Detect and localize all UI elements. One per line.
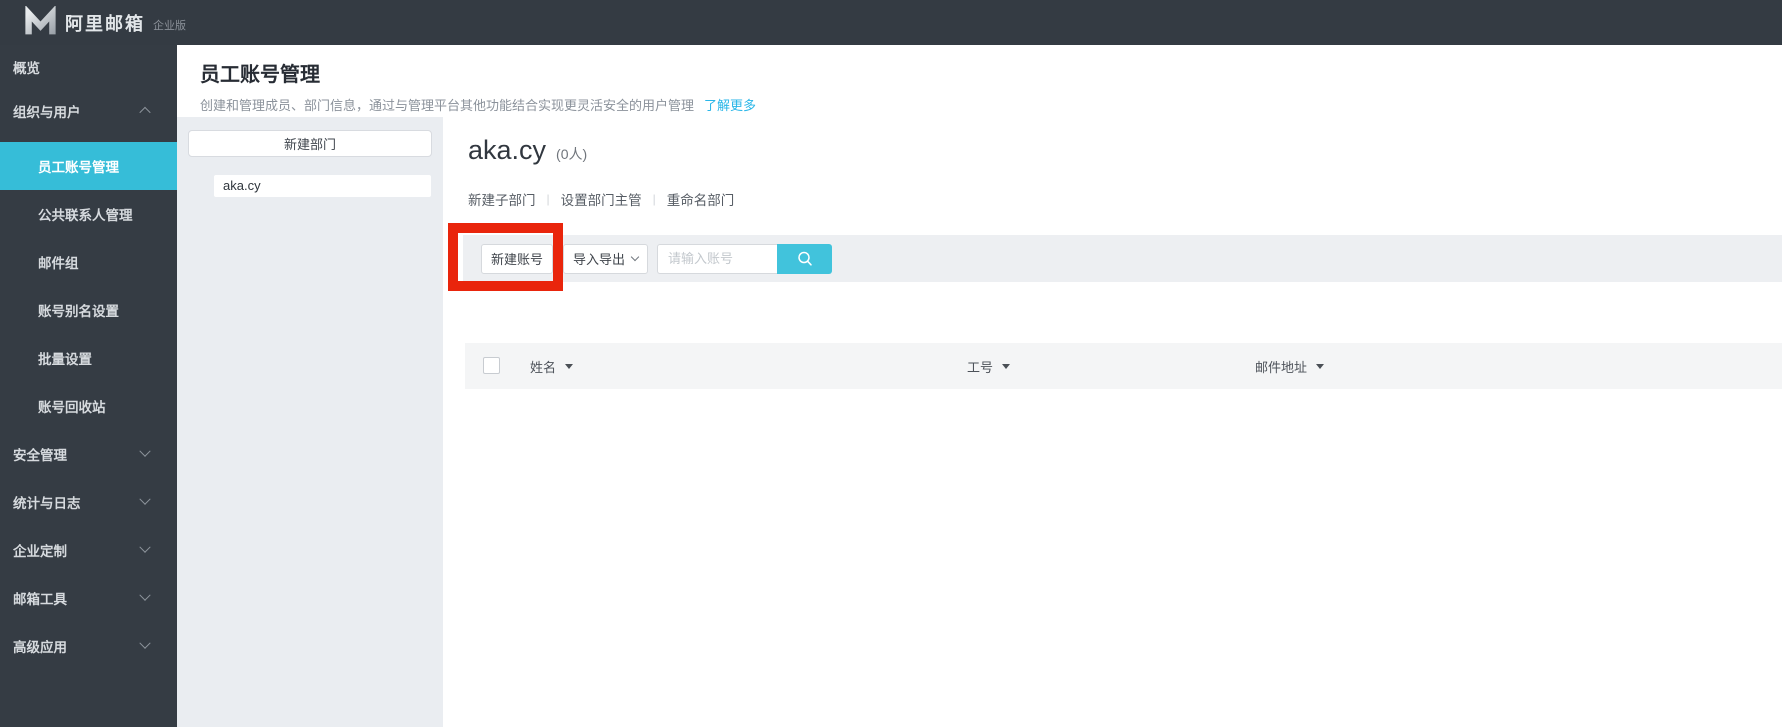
sidebar-item-advanced-apps[interactable]: 高级应用 [0, 622, 177, 670]
department-detail: aka.cy (0人) 新建子部门 | 设置部门主管 | 重命名部门 [443, 117, 1782, 727]
sidebar-item-enterprise-custom[interactable]: 企业定制 [0, 526, 177, 574]
sidebar-item-label: 安全管理 [13, 448, 67, 463]
page-title: 员工账号管理 [200, 64, 320, 86]
sidebar-item-org-users[interactable]: 组织与用户 [0, 89, 177, 133]
accounts-table-header: 姓名 工号 邮件地址 [465, 343, 1782, 389]
sort-caret-icon [565, 363, 574, 369]
sidebar-item-label: 员工账号管理 [38, 160, 119, 175]
department-actions: 新建子部门 | 设置部门主管 | 重命名部门 [468, 189, 734, 209]
page-description-text: 创建和管理成员、部门信息，通过与管理平台其他功能结合实现更灵活安全的用户管理 [200, 98, 695, 113]
chevron-down-icon [139, 493, 151, 505]
column-header-employee-id[interactable]: 工号 [967, 343, 1011, 389]
chevron-down-icon [139, 445, 151, 457]
sidebar-item-security[interactable]: 安全管理 [0, 430, 177, 478]
separator: | [652, 192, 656, 206]
column-header-name[interactable]: 姓名 [530, 343, 574, 389]
edition-badge: 企业版 [153, 20, 186, 32]
sidebar-item-label: 账号别名设置 [38, 304, 119, 319]
new-account-button[interactable]: 新建账号 [481, 243, 553, 274]
sort-caret-icon [1002, 363, 1011, 369]
new-department-button[interactable]: 新建部门 [188, 130, 432, 157]
sidebar-item-label: 统计与日志 [13, 496, 81, 511]
chevron-down-icon [139, 589, 151, 601]
topbar: 阿里邮箱 企业版 [0, 0, 1782, 45]
sidebar-item-public-contacts[interactable]: 公共联系人管理 [0, 190, 177, 238]
column-label: 工号 [967, 359, 994, 375]
brand-name: 阿里邮箱 [65, 13, 145, 34]
department-name: aka.cy [468, 135, 547, 165]
chevron-up-icon [139, 106, 151, 119]
chevron-down-icon [630, 252, 640, 262]
sidebar-item-stats-logs[interactable]: 统计与日志 [0, 478, 177, 526]
sidebar-item-employee-accounts[interactable]: 员工账号管理 [0, 142, 177, 190]
department-panel: 新建部门 aka.cy [177, 117, 443, 727]
rename-department-link[interactable]: 重命名部门 [667, 189, 735, 209]
search-input[interactable] [657, 243, 777, 274]
sidebar-item-label: 批量设置 [38, 352, 92, 367]
sidebar-item-label: 高级应用 [13, 640, 67, 655]
chevron-down-icon [139, 541, 151, 553]
account-search [657, 243, 832, 274]
sidebar-item-label: 组织与用户 [13, 105, 81, 120]
sidebar-item-label: 企业定制 [13, 544, 67, 559]
sidebar-item-account-recycle[interactable]: 账号回收站 [0, 382, 177, 430]
department-tree-item[interactable]: aka.cy [214, 175, 431, 197]
page-description: 创建和管理成员、部门信息，通过与管理平台其他功能结合实现更灵活安全的用户管理 了解… [200, 95, 1782, 114]
sidebar-item-mail-groups[interactable]: 邮件组 [0, 238, 177, 286]
sidebar-item-label: 公共联系人管理 [38, 208, 133, 223]
sidebar-item-overview[interactable]: 概览 [0, 45, 177, 89]
set-manager-link[interactable]: 设置部门主管 [561, 189, 642, 209]
sidebar-item-batch-settings[interactable]: 批量设置 [0, 334, 177, 382]
column-header-email[interactable]: 邮件地址 [1255, 343, 1325, 389]
member-count: (0人) [556, 146, 588, 162]
import-export-label: 导入导出 [572, 252, 625, 267]
column-label: 邮件地址 [1255, 359, 1308, 375]
sidebar-item-account-alias[interactable]: 账号别名设置 [0, 286, 177, 334]
search-icon [796, 250, 814, 268]
chevron-down-icon [139, 637, 151, 649]
separator: | [546, 192, 550, 206]
column-label: 姓名 [530, 359, 557, 375]
sidebar: 概览 组织与用户 员工账号管理 公共联系人管理 邮件组 账号别名设置 批量设置 … [0, 45, 177, 727]
import-export-button[interactable]: 导入导出 [563, 243, 648, 274]
sidebar-item-label: 概览 [13, 61, 40, 76]
sidebar-item-mail-tools[interactable]: 邮箱工具 [0, 574, 177, 622]
select-all-checkbox[interactable] [483, 357, 500, 374]
sidebar-item-label: 邮箱工具 [13, 592, 67, 607]
search-button[interactable] [777, 243, 832, 274]
sidebar-item-label: 账号回收站 [38, 400, 106, 415]
sidebar-item-label: 邮件组 [38, 256, 79, 271]
accounts-toolbar: 新建账号 导入导出 [463, 235, 1782, 282]
new-subdepartment-link[interactable]: 新建子部门 [468, 189, 536, 209]
page-header: 员工账号管理 创建和管理成员、部门信息，通过与管理平台其他功能结合实现更灵活安全… [177, 45, 1782, 117]
logo-m-icon [24, 6, 57, 39]
sort-caret-icon [1316, 363, 1325, 369]
learn-more-link[interactable]: 了解更多 [704, 98, 756, 113]
